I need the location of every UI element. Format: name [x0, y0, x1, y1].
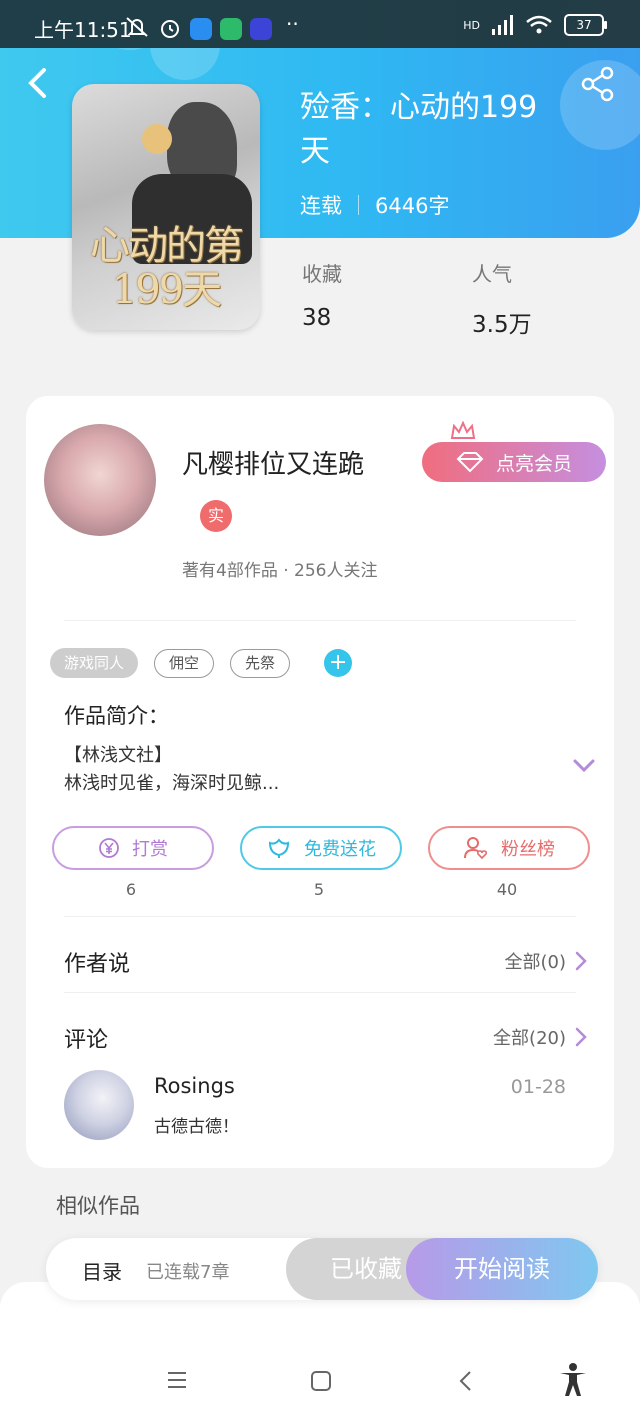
share-icon[interactable]	[580, 66, 616, 102]
browser-app-icon	[250, 18, 272, 40]
fan-ranking-button[interactable]: 粉丝榜	[428, 826, 590, 870]
comment-date: 01-28	[510, 1076, 566, 1098]
shield-app-icon	[220, 18, 242, 40]
start-reading-button[interactable]: 开始阅读	[406, 1238, 598, 1300]
alarm-icon	[161, 20, 179, 38]
book-title: 殓香：心动的199天	[300, 90, 538, 169]
tag-list: 游戏同人 佣空 先祭 +	[50, 648, 353, 678]
mute-icon	[126, 17, 148, 37]
send-flower-button[interactable]: 免费送花	[240, 826, 402, 870]
similar-works-title: 相似作品	[56, 1194, 140, 1218]
author-says-all-label: 全部(0)	[504, 952, 567, 973]
chevron-right-icon	[575, 1027, 587, 1047]
vip-button-label: 点亮会员	[495, 452, 572, 475]
chapter-count: 已连载7章	[146, 1262, 230, 1283]
tag-item[interactable]: 游戏同人	[50, 648, 139, 678]
book-status: 连载	[300, 194, 342, 218]
intro-title: 作品简介：	[64, 704, 169, 728]
accessibility-icon[interactable]	[558, 1362, 588, 1402]
meta-divider	[358, 195, 359, 215]
chevron-down-icon[interactable]	[572, 758, 596, 774]
cloud-app-icon	[190, 18, 212, 40]
book-detail-card: 凡樱排位又连跪 实 著有4部作品 · 256人关注 点亮会员 游戏同人 佣空 先…	[26, 396, 614, 1168]
comment-text: 古德古德！	[154, 1117, 239, 1137]
intro-line: 林浅时见雀，海深时见鲸...	[64, 773, 280, 794]
add-tag-icon[interactable]: +	[324, 649, 353, 677]
author-name[interactable]: 凡樱排位又连跪	[182, 444, 364, 481]
reward-label: 打赏	[132, 839, 168, 860]
stat-value: 3.5万	[472, 312, 532, 338]
back-arrow-icon[interactable]	[24, 66, 54, 100]
system-nav-bar	[0, 1356, 640, 1406]
fan-count: 40	[496, 880, 518, 899]
chevron-right-icon	[575, 951, 587, 971]
home-square-icon[interactable]	[310, 1370, 332, 1396]
comments-all-link[interactable]: 全部(20)	[493, 1024, 588, 1050]
reward-button[interactable]: 打赏	[52, 826, 214, 870]
word-count: 6446字	[375, 194, 450, 218]
reward-count: 6	[125, 880, 137, 899]
verified-badge: 实	[200, 500, 232, 532]
commenter-avatar[interactable]	[64, 1070, 134, 1140]
stat-favorites: 收藏 38	[302, 258, 342, 331]
crown-icon	[450, 420, 476, 439]
stat-popularity: 人气 3.5万	[472, 258, 532, 339]
commenter-name[interactable]: Rosings	[154, 1074, 235, 1098]
stat-value: 38	[302, 305, 332, 331]
comments-all-label: 全部(20)	[493, 1028, 566, 1049]
stat-label: 人气	[472, 262, 512, 286]
author-says-title: 作者说	[64, 952, 131, 977]
book-cover[interactable]: 心动的第199天	[72, 84, 260, 330]
toc-button[interactable]: 目录	[82, 1256, 122, 1285]
flower-count: 5	[313, 880, 325, 899]
battery-indicator: 37	[564, 14, 607, 36]
send-flower-label: 免费送花	[304, 839, 376, 860]
yen-icon	[99, 838, 119, 858]
stat-label: 收藏	[302, 262, 342, 286]
signal-icon	[492, 15, 513, 35]
author-stats: 著有4部作品 · 256人关注	[182, 561, 378, 581]
tag-item[interactable]: 佣空	[154, 648, 215, 678]
menu-icon[interactable]	[166, 1370, 188, 1394]
status-time: 上午11:51	[34, 18, 132, 42]
comments-title: 评论	[64, 1028, 109, 1053]
book-meta: 连载 6446字	[300, 190, 449, 220]
divider	[64, 916, 576, 917]
divider	[64, 992, 576, 993]
cover-title-art: 心动的第199天	[90, 223, 244, 313]
flower-icon	[268, 838, 290, 858]
status-bar: 上午11:51 ·· HD 37	[0, 0, 640, 48]
divider	[64, 620, 576, 621]
author-avatar[interactable]	[44, 424, 156, 536]
wifi-icon	[526, 15, 552, 34]
vip-button[interactable]: 点亮会员	[422, 442, 606, 482]
intro-text: 【林浅文社】 林浅时见雀，海深时见鲸...	[64, 742, 279, 798]
nav-back-icon[interactable]	[458, 1370, 474, 1396]
fan-ranking-label: 粉丝榜	[501, 839, 555, 860]
more-notifications-icon: ··	[286, 12, 299, 36]
user-heart-icon	[464, 837, 488, 860]
network-label: HD	[463, 18, 480, 32]
diamond-icon	[456, 452, 484, 473]
tag-item[interactable]: 先祭	[230, 648, 291, 678]
read-action-bar: 目录 已连载7章 已收藏 开始阅读	[46, 1238, 598, 1300]
intro-line: 【林浅文社】	[64, 745, 172, 766]
author-says-all-link[interactable]: 全部(0)	[505, 948, 589, 974]
